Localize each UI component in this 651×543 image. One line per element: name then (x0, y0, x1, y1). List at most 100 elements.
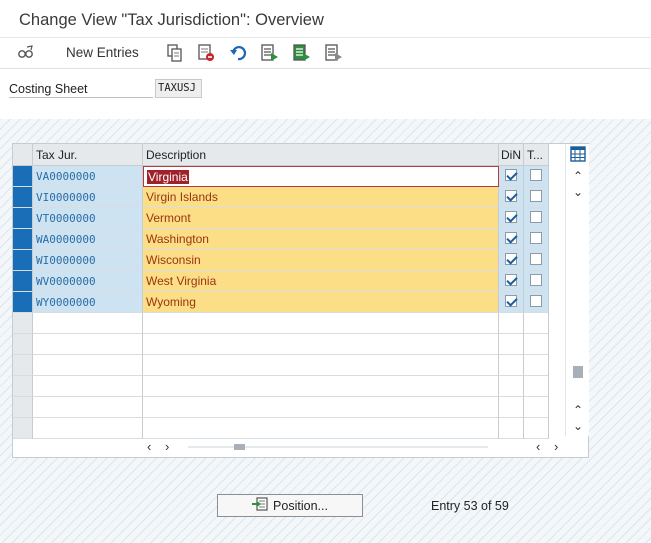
vertical-scroll-thumb[interactable] (573, 366, 583, 378)
description-cell[interactable]: Virginia (143, 166, 499, 187)
row-selector[interactable] (13, 271, 33, 292)
row-selector[interactable] (13, 166, 33, 187)
description-input-selected-text[interactable]: Virginia (147, 170, 189, 184)
din-checkbox[interactable] (505, 190, 517, 202)
description-column-header[interactable]: Description (143, 144, 499, 166)
vertical-scrollbar[interactable]: ⌃ ⌄ ⌃ ⌄ (565, 144, 589, 436)
tax-jur-cell[interactable] (33, 397, 143, 418)
din-checkbox[interactable] (505, 253, 517, 265)
row-selector[interactable] (13, 187, 33, 208)
din-column-header[interactable]: DiN (499, 144, 524, 166)
tax-jur-cell[interactable]: VA0000000 (33, 166, 143, 187)
description-cell[interactable] (143, 376, 499, 397)
row-selector[interactable] (13, 250, 33, 271)
din-checkbox[interactable] (505, 169, 517, 181)
t-cell (524, 166, 549, 187)
select-block-icon[interactable] (292, 43, 312, 63)
description-cell[interactable]: Vermont (143, 208, 499, 229)
scroll-down-icon[interactable]: ⌄ (570, 184, 586, 200)
tax-jur-column-header[interactable]: Tax Jur. (33, 144, 143, 166)
tax-jur-cell[interactable]: WI0000000 (33, 250, 143, 271)
description-cell[interactable] (143, 334, 499, 355)
row-selector[interactable] (13, 418, 33, 439)
t-checkbox[interactable] (530, 211, 542, 223)
din-cell (499, 250, 524, 271)
scroll-up-icon[interactable]: ⌃ (570, 168, 586, 184)
row-selector[interactable] (13, 313, 33, 334)
t-cell (524, 418, 549, 439)
title-bar: Change View "Tax Jurisdiction": Overview (0, 0, 651, 38)
tax-jur-cell[interactable] (33, 313, 143, 334)
table-row: WA0000000 Washington (13, 229, 549, 250)
row-selector[interactable] (13, 292, 33, 313)
scroll-left-end-icon[interactable]: ‹ (536, 439, 540, 454)
tax-jur-cell[interactable] (33, 334, 143, 355)
t-cell (524, 334, 549, 355)
position-button-label: Position... (273, 498, 328, 513)
tax-jur-cell[interactable]: WY0000000 (33, 292, 143, 313)
application-toolbar: New Entries (0, 38, 651, 69)
t-cell (524, 229, 549, 250)
tax-jur-cell[interactable]: VT0000000 (33, 208, 143, 229)
display-change-icon[interactable] (16, 43, 36, 63)
row-selector[interactable] (13, 355, 33, 376)
description-cell[interactable] (143, 397, 499, 418)
select-all-column-header[interactable] (13, 144, 33, 166)
table-row: WI0000000 Wisconsin (13, 250, 549, 271)
row-selector[interactable] (13, 229, 33, 250)
din-cell (499, 376, 524, 397)
description-cell[interactable]: Virgin Islands (143, 187, 499, 208)
description-cell[interactable]: Wisconsin (143, 250, 499, 271)
t-checkbox[interactable] (530, 169, 542, 181)
description-cell[interactable] (143, 418, 499, 439)
row-selector[interactable] (13, 376, 33, 397)
tax-jur-cell[interactable]: WV0000000 (33, 271, 143, 292)
tax-jur-cell[interactable] (33, 355, 143, 376)
table-settings-icon[interactable] (570, 146, 586, 162)
tax-jurisdiction-table: Tax Jur. Description DiN T... VA0000000 V… (12, 143, 589, 458)
copy-icon[interactable] (164, 43, 184, 63)
din-cell (499, 397, 524, 418)
t-cell (524, 376, 549, 397)
din-checkbox[interactable] (505, 274, 517, 286)
description-cell[interactable]: Washington (143, 229, 499, 250)
description-cell[interactable] (143, 355, 499, 376)
description-cell[interactable]: Wyoming (143, 292, 499, 313)
horizontal-scrollbar[interactable]: ‹ › ‹ › (143, 438, 558, 456)
entry-counter: Entry 53 of 59 (431, 499, 509, 513)
deselect-all-icon[interactable] (324, 43, 344, 63)
tax-jur-cell[interactable]: VI0000000 (33, 187, 143, 208)
scroll-right-icon[interactable]: › (165, 439, 169, 454)
row-selector[interactable] (13, 208, 33, 229)
description-cell[interactable]: West Virginia (143, 271, 499, 292)
din-checkbox[interactable] (505, 211, 517, 223)
scroll-left-icon[interactable]: ‹ (147, 439, 151, 454)
t-checkbox[interactable] (530, 232, 542, 244)
select-all-icon[interactable] (260, 43, 280, 63)
description-cell[interactable] (143, 313, 499, 334)
t-cell (524, 292, 549, 313)
horizontal-scroll-track[interactable] (188, 446, 488, 448)
delete-icon[interactable] (196, 43, 216, 63)
t-column-header[interactable]: T... (524, 144, 549, 166)
row-selector[interactable] (13, 334, 33, 355)
horizontal-scroll-thumb[interactable] (234, 444, 245, 450)
scroll-page-up-icon[interactable]: ⌃ (570, 402, 586, 418)
position-button[interactable]: Position... (217, 494, 363, 517)
tax-jur-cell[interactable] (33, 418, 143, 439)
tax-jur-cell[interactable] (33, 376, 143, 397)
t-cell (524, 208, 549, 229)
scroll-page-down-icon[interactable]: ⌄ (570, 418, 586, 434)
undo-icon[interactable] (228, 43, 248, 63)
t-checkbox[interactable] (530, 253, 542, 265)
t-checkbox[interactable] (530, 274, 542, 286)
row-selector[interactable] (13, 397, 33, 418)
t-checkbox[interactable] (530, 190, 542, 202)
new-entries-button[interactable]: New Entries (66, 45, 139, 60)
scroll-right-end-icon[interactable]: › (554, 439, 558, 454)
din-checkbox[interactable] (505, 232, 517, 244)
tax-jur-cell[interactable]: WA0000000 (33, 229, 143, 250)
t-checkbox[interactable] (530, 295, 542, 307)
table-row: VT0000000 Vermont (13, 208, 549, 229)
din-checkbox[interactable] (505, 295, 517, 307)
